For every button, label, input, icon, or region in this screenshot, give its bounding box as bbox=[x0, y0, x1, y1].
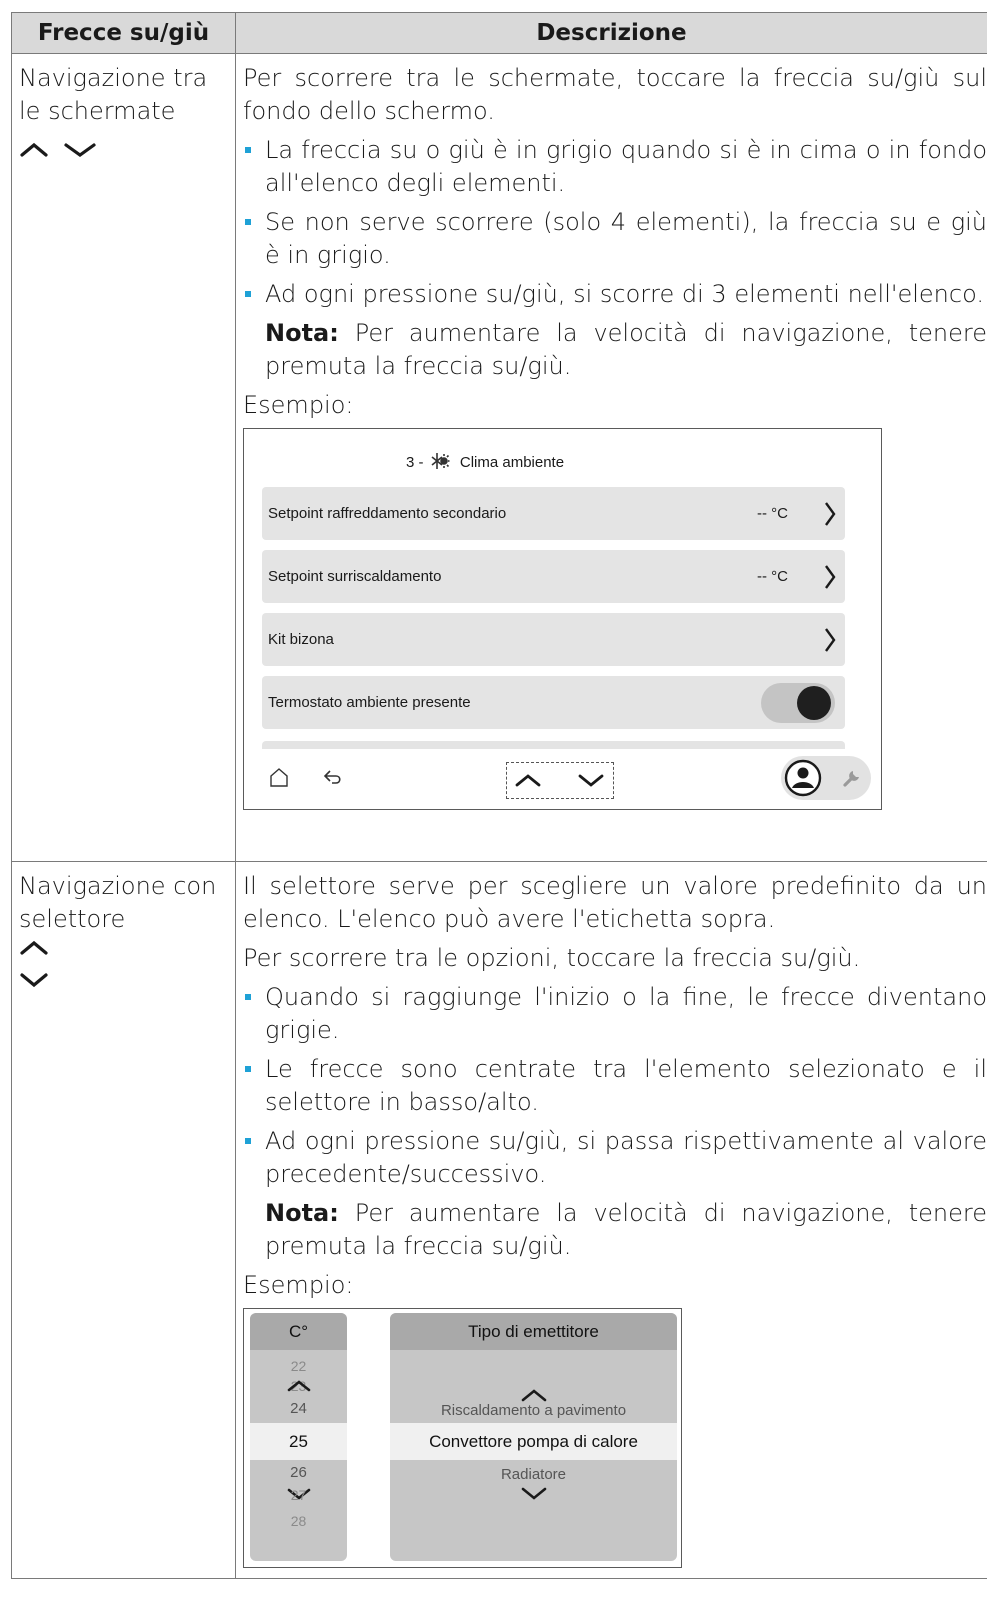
header-arrows: Frecce su/giù bbox=[11, 12, 236, 54]
row2-right-cell: Il selettore serve per scegliere un valo… bbox=[235, 861, 987, 1579]
snow-sun-icon bbox=[431, 453, 450, 469]
user-icon bbox=[784, 759, 822, 797]
list-item-peek bbox=[262, 741, 845, 749]
up-arrow-icon[interactable] bbox=[514, 772, 542, 788]
note-text: Per aumentare la velocità di navigazione… bbox=[265, 1199, 987, 1260]
unit-header: C° bbox=[250, 1313, 347, 1350]
list-item: Quando si raggiunge l'inizio o la fine, … bbox=[243, 981, 987, 1047]
row1-example-label: Esempio: bbox=[243, 391, 354, 419]
description-table: Frecce su/giù Descrizione Navigazione tr… bbox=[11, 12, 987, 1579]
list-item[interactable]: Setpoint raffreddamento secondario -- °C bbox=[262, 487, 845, 540]
item-label: Kit bizona bbox=[268, 631, 334, 648]
number-option[interactable]: 27 bbox=[250, 1485, 347, 1505]
row1-bullet-list: La freccia su o giù è in grigio quando s… bbox=[243, 134, 987, 311]
chevron-right-icon bbox=[825, 565, 836, 589]
item-value: -- °C bbox=[757, 505, 788, 522]
note-text: Per aumentare la velocità di navigazione… bbox=[265, 319, 987, 380]
down-arrow-icon bbox=[64, 143, 96, 157]
picker-example: C° 22 23 24 25 26 27 28 Tipo di emettito… bbox=[243, 1308, 682, 1568]
list-item[interactable]: Setpoint surriscaldamento -- °C bbox=[262, 550, 845, 603]
bottom-nav-bar bbox=[244, 749, 881, 809]
emitter-option[interactable]: Radiatore bbox=[390, 1465, 677, 1485]
emitter-option[interactable]: Riscaldamento a pavimento bbox=[390, 1401, 677, 1421]
list-item: La freccia su o giù è in grigio quando s… bbox=[243, 134, 987, 200]
header-description: Descrizione bbox=[235, 12, 987, 54]
user-mode-switch[interactable] bbox=[781, 756, 871, 800]
toggle-knob bbox=[797, 686, 831, 720]
up-arrow-icon bbox=[20, 142, 48, 157]
back-icon[interactable] bbox=[322, 768, 344, 786]
selected-number[interactable]: 25 bbox=[250, 1423, 347, 1460]
list-item: Se non serve scorrere (solo 4 elementi),… bbox=[243, 206, 987, 272]
screen-title: Clima ambiente bbox=[459, 454, 565, 471]
wrench-icon bbox=[843, 771, 859, 787]
number-selector[interactable]: C° 22 23 24 25 26 27 28 bbox=[250, 1313, 347, 1561]
screen-header-prefix: 3 - bbox=[406, 454, 428, 471]
row2-title: Navigazione con selettore bbox=[19, 872, 217, 933]
row2-intro-1: Il selettore serve per scegliere un valo… bbox=[243, 872, 987, 933]
selected-emitter-option[interactable]: Convettore pompa di calore bbox=[390, 1423, 677, 1460]
item-label: Setpoint surriscaldamento bbox=[268, 568, 442, 585]
item-label: Termostato ambiente presente bbox=[268, 694, 471, 711]
note-label: Nota: bbox=[265, 319, 339, 347]
item-label: Setpoint raffreddamento secondario bbox=[268, 505, 507, 522]
screen-example: 3 - Clima ambiente Setpoint raffreddamen… bbox=[243, 428, 882, 810]
thermostat-toggle[interactable] bbox=[761, 683, 835, 723]
row1-right-cell: Per scorrere tra le schermate, toccare l… bbox=[235, 53, 987, 862]
item-value: -- °C bbox=[757, 568, 788, 585]
row1-left-cell: Navigazione tra le schermate bbox=[11, 53, 236, 862]
down-arrow-icon bbox=[20, 973, 48, 988]
row1-intro: Per scorrere tra le schermate, toccare l… bbox=[243, 64, 987, 125]
row2-example-label: Esempio: bbox=[243, 1271, 354, 1299]
emitter-type-header: Tipo di emettitore bbox=[390, 1313, 677, 1350]
list-item: Ad ogni pressione su/giù, si passa rispe… bbox=[243, 1125, 987, 1191]
down-arrow-icon[interactable] bbox=[577, 772, 605, 788]
chevron-right-icon bbox=[825, 628, 836, 652]
row1-note: Nota: Per aumentare la velocità di navig… bbox=[243, 317, 987, 383]
list-item: Ad ogni pressione su/giù, si scorre di 3… bbox=[243, 278, 987, 311]
list-item[interactable]: Termostato ambiente presente bbox=[262, 676, 845, 729]
row2-left-cell: Navigazione con selettore bbox=[11, 861, 236, 1579]
number-option[interactable]: 22 bbox=[250, 1356, 347, 1376]
row2-intro-2: Per scorrere tra le opzioni, toccare la … bbox=[243, 944, 861, 972]
down-arrow-icon[interactable] bbox=[520, 1485, 548, 1501]
screen-header: 3 - Clima ambiente bbox=[406, 451, 564, 473]
note-label: Nota: bbox=[265, 1199, 339, 1227]
row1-arrow-pair bbox=[19, 136, 235, 169]
number-option[interactable]: 26 bbox=[250, 1463, 347, 1483]
emitter-type-selector[interactable]: Tipo di emettitore Riscaldamento a pavim… bbox=[390, 1313, 677, 1561]
list-item: Le frecce sono centrate tra l'elemento s… bbox=[243, 1053, 987, 1119]
list-item[interactable]: Kit bizona bbox=[262, 613, 845, 666]
home-icon[interactable] bbox=[268, 766, 290, 788]
chevron-right-icon bbox=[825, 502, 836, 526]
number-option[interactable]: 24 bbox=[250, 1399, 347, 1419]
row2-note: Nota: Per aumentare la velocità di navig… bbox=[243, 1197, 987, 1263]
number-option[interactable]: 28 bbox=[250, 1511, 347, 1531]
up-arrow-icon[interactable] bbox=[286, 1379, 312, 1393]
up-arrow-icon bbox=[20, 940, 48, 955]
row1-title: Navigazione tra le schermate bbox=[19, 64, 208, 125]
row2-bullet-list: Quando si raggiunge l'inizio o la fine, … bbox=[243, 981, 987, 1191]
